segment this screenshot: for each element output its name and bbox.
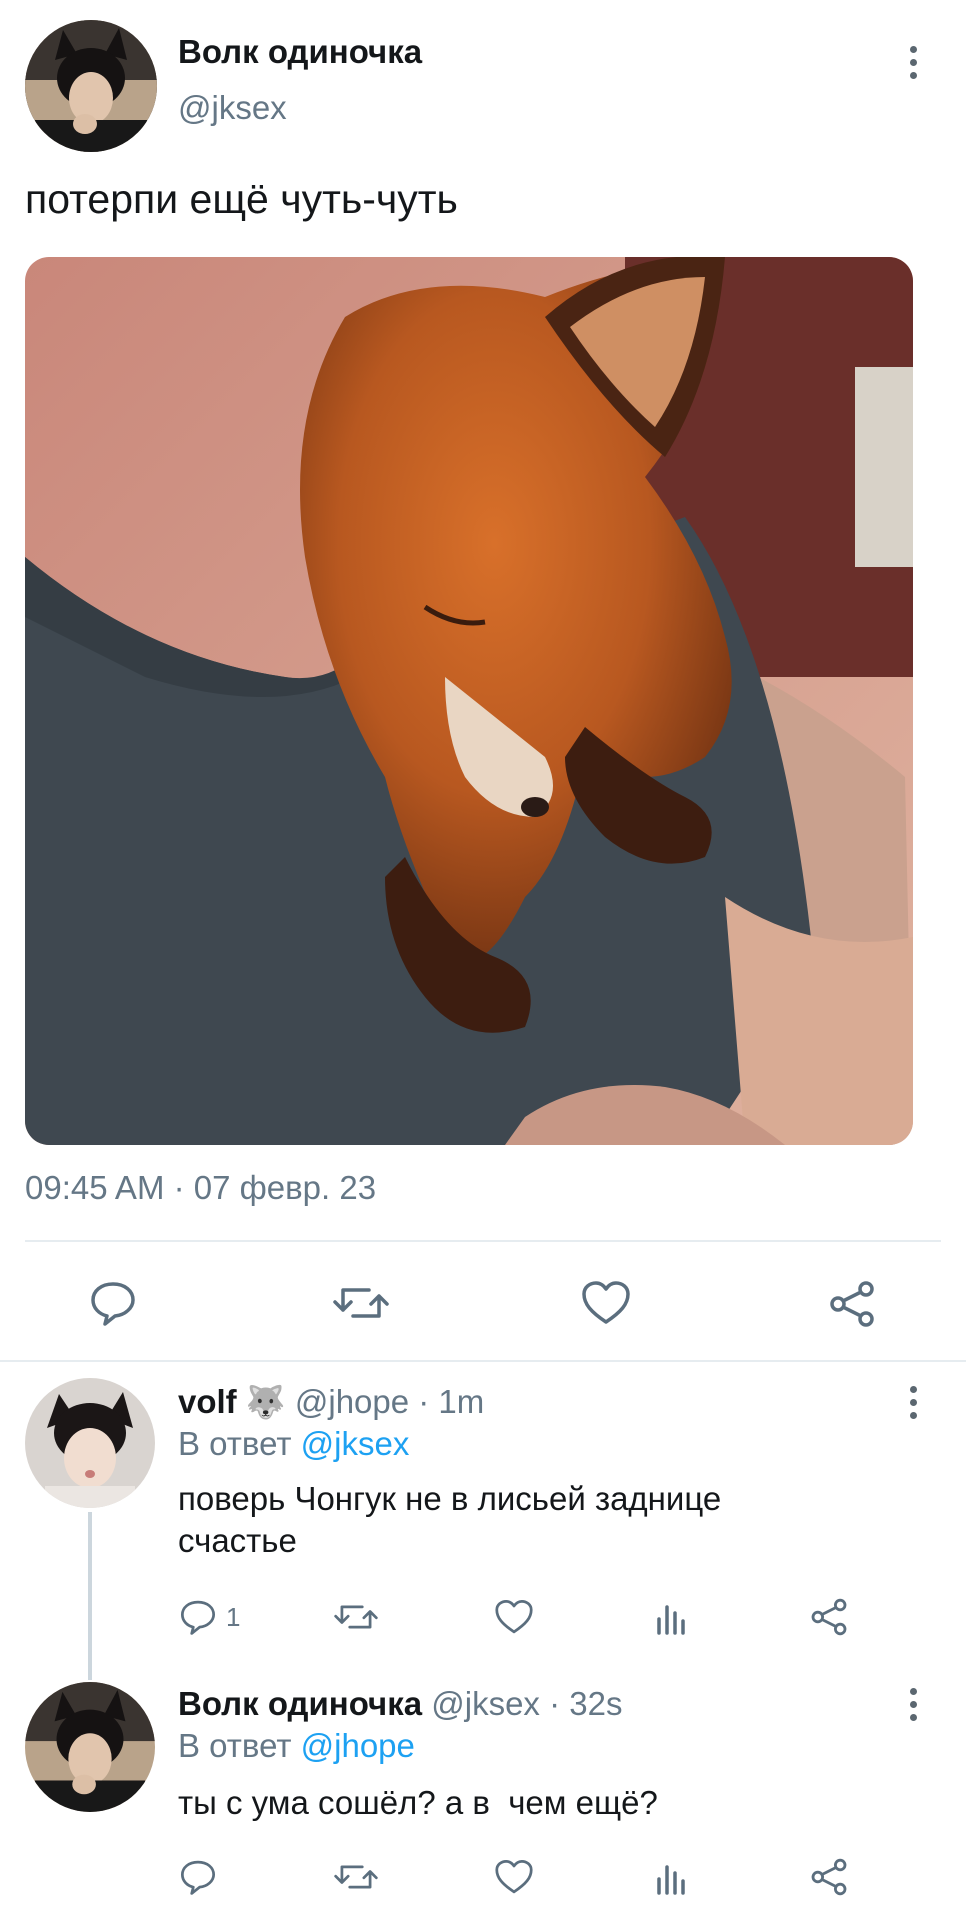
analytics-icon[interactable]: [654, 1596, 690, 1638]
thread-line: [88, 1512, 92, 1680]
display-name[interactable]: Волк одиночка: [178, 1685, 422, 1722]
more-options-icon[interactable]: [898, 1684, 928, 1724]
wolf-emoji-icon: 🐺: [245, 1384, 286, 1420]
share-icon[interactable]: [808, 1856, 850, 1898]
handle-time[interactable]: @jhope · 1m: [295, 1383, 484, 1420]
avatar[interactable]: [25, 20, 157, 152]
analytics-icon[interactable]: [654, 1856, 690, 1898]
tweet-timestamp: 09:45 AM · 07 февр. 23: [25, 1169, 377, 1206]
user-handle[interactable]: @jksex: [178, 88, 287, 128]
section-divider: [0, 1360, 966, 1362]
reply-text: поверь Чонгук не в лисьей заднице счасть…: [178, 1480, 722, 1559]
retweet-icon[interactable]: [333, 1278, 389, 1328]
like-icon[interactable]: [494, 1856, 534, 1898]
avatar[interactable]: [25, 1682, 155, 1812]
reply-count: 1: [226, 1602, 241, 1632]
more-options-icon[interactable]: [898, 1382, 928, 1422]
reply-prefix: В ответ: [178, 1425, 292, 1462]
reply-icon[interactable]: [88, 1278, 138, 1328]
handle-time[interactable]: @jksex · 32s: [431, 1685, 622, 1722]
tweet-photo[interactable]: [25, 257, 913, 1145]
retweet-icon[interactable]: [334, 1596, 378, 1638]
display-name[interactable]: volf: [178, 1383, 237, 1420]
reply-text: ты с ума сошёл? а в чем ещё?: [178, 1784, 658, 1821]
retweet-icon[interactable]: [334, 1856, 378, 1898]
like-icon[interactable]: [580, 1278, 632, 1328]
reply-to-link[interactable]: @jksex: [301, 1425, 410, 1462]
reply-icon[interactable]: [178, 1856, 218, 1898]
like-icon[interactable]: [494, 1596, 534, 1638]
share-icon[interactable]: [808, 1596, 850, 1638]
more-options-icon[interactable]: [898, 42, 928, 82]
share-icon[interactable]: [826, 1278, 878, 1330]
avatar[interactable]: [25, 1378, 155, 1508]
tweet-text: потерпи ещё чуть-чуть: [25, 176, 458, 222]
display-name[interactable]: Волк одиночка: [178, 32, 422, 72]
reply-prefix: В ответ: [178, 1727, 292, 1764]
reply-icon[interactable]: [178, 1596, 218, 1638]
divider: [25, 1240, 941, 1242]
reply-to-link[interactable]: @jhope: [301, 1727, 415, 1764]
